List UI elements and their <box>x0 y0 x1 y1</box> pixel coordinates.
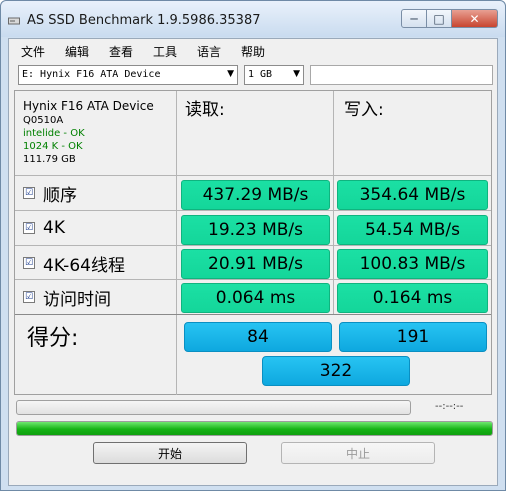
menu-file[interactable]: 文件 <box>21 43 45 60</box>
device-name: Hynix F16 ATA Device <box>23 99 154 113</box>
write-result-4k: 54.54 MB/s <box>337 215 488 245</box>
menu-view[interactable]: 查看 <box>109 43 133 60</box>
test-row-access-time[interactable]: ☑ 访问时间 <box>23 287 111 310</box>
menu-help[interactable]: 帮助 <box>241 43 265 60</box>
read-column-header: 读取: <box>185 100 225 120</box>
minimize-button[interactable]: ─ <box>401 9 427 28</box>
menu-tools[interactable]: 工具 <box>153 43 177 60</box>
write-score: 191 <box>339 322 487 352</box>
window-title: AS SSD Benchmark 1.9.5986.35387 <box>27 13 261 28</box>
device-info: Hynix F16 ATA Device Q0510A intelide - O… <box>23 98 154 166</box>
app-icon <box>8 17 20 25</box>
checkbox-access-time[interactable]: ☑ <box>23 291 35 303</box>
start-button[interactable]: 开始 <box>93 442 247 464</box>
menu-bar: 文件 编辑 查看 工具 语言 帮助 <box>9 39 497 61</box>
chevron-down-icon: ▼ <box>293 69 300 79</box>
row-label: 顺序 <box>43 185 77 206</box>
checkbox-4k[interactable]: ☑ <box>23 222 35 234</box>
row-label: 4K <box>43 218 65 238</box>
read-result-4k64: 20.91 MB/s <box>181 249 330 279</box>
alignment-status: 1024 K - OK <box>23 141 83 152</box>
client-area: 文件 编辑 查看 工具 语言 帮助 E: Hynix F16 ATA Devic… <box>8 38 498 486</box>
progress-fill <box>17 422 492 435</box>
progress-bar-overall <box>16 421 493 436</box>
write-result-4k64: 100.83 MB/s <box>337 249 488 279</box>
read-result-4k: 19.23 MB/s <box>181 215 330 245</box>
chevron-down-icon: ▼ <box>227 69 234 79</box>
row-label: 访问时间 <box>43 289 111 310</box>
app-window: AS SSD Benchmark 1.9.5986.35387 ─ □ ✕ 文件… <box>0 0 506 491</box>
device-firmware: Q0510A <box>23 115 64 126</box>
menu-language[interactable]: 语言 <box>197 43 221 60</box>
read-score: 84 <box>184 322 332 352</box>
grid-divider <box>176 91 177 395</box>
stop-button[interactable]: 中止 <box>281 442 435 464</box>
total-score: 322 <box>262 356 410 386</box>
size-select-value: 1 GB <box>248 69 273 80</box>
title-bar[interactable]: AS SSD Benchmark 1.9.5986.35387 ─ □ ✕ <box>1 1 505 37</box>
grid-divider <box>15 245 491 246</box>
grid-divider <box>15 210 491 211</box>
grid-divider <box>15 175 491 176</box>
row-label: 4K-64线程 <box>43 255 125 276</box>
close-button[interactable]: ✕ <box>452 9 498 28</box>
blank-field[interactable] <box>310 65 493 85</box>
checkbox-sequential[interactable]: ☑ <box>23 187 35 199</box>
driver-status: intelide - OK <box>23 128 85 139</box>
checkbox-4k64[interactable]: ☑ <box>23 257 35 269</box>
grid-divider <box>15 279 491 280</box>
test-row-4k[interactable]: ☑ 4K <box>23 218 65 238</box>
read-result-sequential: 437.29 MB/s <box>181 180 330 210</box>
write-result-sequential: 354.64 MB/s <box>337 180 488 210</box>
write-result-access-time: 0.164 ms <box>337 283 488 313</box>
progress-bar-current <box>16 400 411 415</box>
grid-divider <box>333 91 334 314</box>
grid-divider <box>15 314 491 315</box>
read-result-access-time: 0.064 ms <box>181 283 330 313</box>
test-row-sequential[interactable]: ☑ 顺序 <box>23 183 77 206</box>
size-select[interactable]: 1 GB ▼ <box>244 65 304 85</box>
maximize-button[interactable]: □ <box>427 9 452 28</box>
drive-select[interactable]: E: Hynix F16 ATA Device ▼ <box>18 65 238 85</box>
drive-select-value: E: Hynix F16 ATA Device <box>22 69 161 80</box>
device-capacity: 111.79 GB <box>23 154 76 165</box>
test-row-4k64[interactable]: ☑ 4K-64线程 <box>23 253 125 276</box>
write-column-header: 写入: <box>344 100 384 120</box>
score-label: 得分: <box>27 326 79 351</box>
menu-edit[interactable]: 编辑 <box>65 43 89 60</box>
elapsed-time: --:--:-- <box>435 401 464 412</box>
